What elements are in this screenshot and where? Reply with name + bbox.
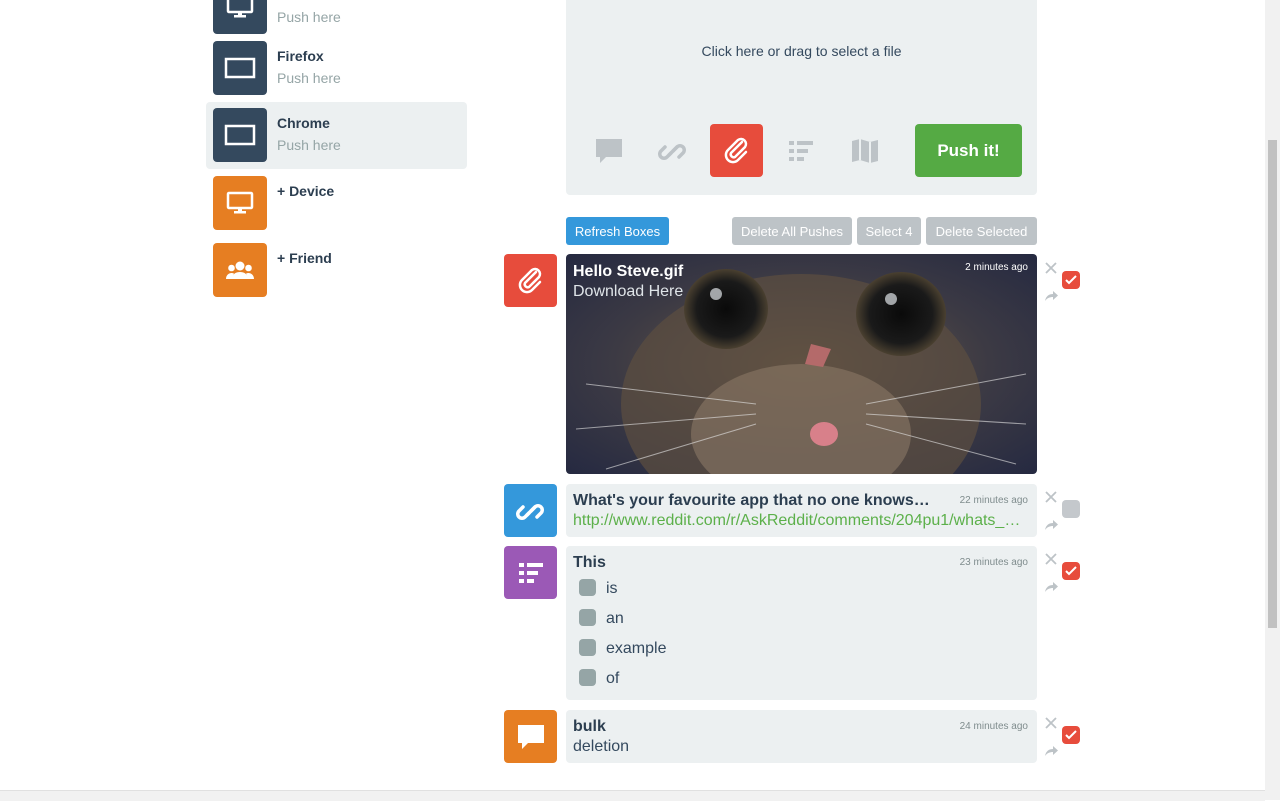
share-icon[interactable] [1043,579,1059,595]
share-icon[interactable] [1043,743,1059,759]
download-link[interactable]: Download Here [573,283,683,301]
vertical-scrollbar[interactable] [1265,0,1280,800]
window-icon [213,108,267,162]
push-controls [1043,715,1083,765]
paperclip-icon[interactable] [710,124,763,177]
push-type-file [504,254,557,307]
push-title: This [573,554,606,571]
push-card-link[interactable]: What's your favourite app that no one kn… [566,484,1037,537]
scroll-thumb[interactable] [1268,140,1277,628]
list-item-label: an [606,610,624,627]
file-drop-zone[interactable]: Click here or drag to select a file [566,43,1037,59]
refresh-boxes-button[interactable]: Refresh Boxes [566,217,669,245]
device-name: + Device [277,183,335,199]
push-card-file[interactable]: Hello Steve.gif Download Here 2 minutes … [566,254,1037,474]
note-icon[interactable] [582,124,635,177]
device-item-firefox[interactable]: Firefox Push here [206,35,467,102]
group-icon [213,243,267,297]
push-controls [1043,260,1083,310]
close-icon[interactable] [1043,260,1059,276]
push-card-list[interactable]: This 23 minutes ago is an example of [566,546,1037,700]
list-icon[interactable] [774,124,827,177]
window-icon [213,41,267,95]
close-icon[interactable] [1043,489,1059,505]
share-icon[interactable] [1043,517,1059,533]
push-title: Hello Steve.gif [573,263,684,280]
link-icon [515,503,544,520]
push-title: What's your favourite app that no one kn… [573,492,933,509]
select-checkbox[interactable] [1062,271,1080,289]
device-sub: Push here [277,9,341,25]
horizontal-scrollbar[interactable] [0,790,1265,801]
delete-selected-button[interactable]: Delete Selected [926,217,1037,245]
delete-all-pushes-button[interactable]: Delete All Pushes [732,217,852,245]
close-icon[interactable] [1043,715,1059,731]
close-icon[interactable] [1043,551,1059,567]
push-controls [1043,489,1083,539]
push-title: bulk [573,718,606,735]
link-icon[interactable] [646,124,699,177]
device-item-chrome[interactable]: Chrome Push here [206,102,467,169]
list-checkbox[interactable] [579,669,596,686]
device-name: Chrome [277,115,330,131]
select-checkbox[interactable] [1062,726,1080,744]
push-time: 2 minutes ago [965,262,1028,273]
push-it-button[interactable]: Push it! [915,124,1022,177]
device-sub: Push here [277,70,341,86]
push-type-list [504,546,557,599]
push-time: 23 minutes ago [959,557,1028,568]
select-checkbox[interactable] [1062,500,1080,518]
list-item-label: of [606,670,620,687]
push-url[interactable]: http://www.reddit.com/r/AskReddit/commen… [573,512,1025,530]
monitor-icon [213,176,267,230]
push-type-link [504,484,557,537]
list-checkbox[interactable] [579,609,596,626]
push-type-note [504,710,557,763]
device-name: Firefox [277,48,324,64]
select-button[interactable]: Select 4 [857,217,921,245]
list-item-label: example [606,640,667,657]
list-checkbox[interactable] [579,579,596,596]
push-composer: Click here or drag to select a file Push… [566,0,1037,195]
monitor-icon [213,0,267,34]
list-icon [518,562,543,583]
push-controls [1043,551,1083,601]
map-icon[interactable] [838,124,891,177]
push-card-note[interactable]: bulk deletion 24 minutes ago [566,710,1037,763]
paperclip-icon [518,267,541,293]
list-item-label: is [606,580,618,597]
select-checkbox[interactable] [1062,562,1080,580]
add-friend-button[interactable]: + Friend [206,237,467,304]
note-icon [517,724,544,749]
device-sub: Push here [277,137,341,153]
push-time: 24 minutes ago [959,721,1028,732]
device-name: + Friend [277,250,332,266]
list-checkbox[interactable] [579,639,596,656]
push-time: 22 minutes ago [959,495,1028,506]
add-device-button[interactable]: + Device [206,170,467,237]
share-icon[interactable] [1043,288,1059,304]
push-body: deletion [573,738,630,755]
